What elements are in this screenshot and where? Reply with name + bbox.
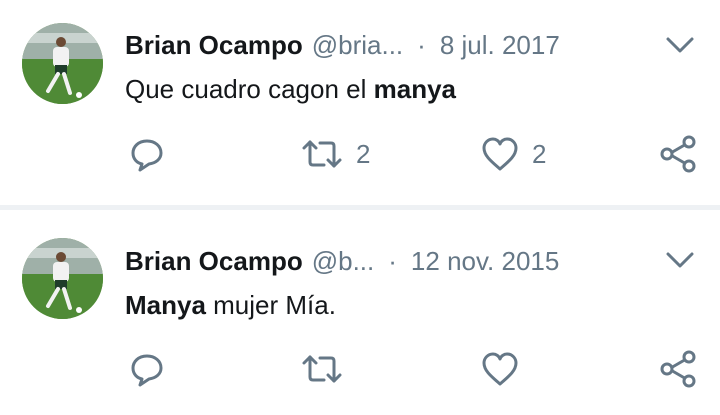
reply-button[interactable] bbox=[128, 348, 166, 390]
share-icon bbox=[658, 134, 698, 174]
retweet-icon bbox=[300, 135, 344, 173]
tweet-text: Manya mujer Mía. bbox=[125, 288, 336, 322]
chevron-down-icon[interactable] bbox=[664, 33, 696, 57]
highlighted-word: Manya bbox=[125, 290, 206, 320]
tweet-actions: 2 2 bbox=[0, 133, 720, 175]
like-icon bbox=[480, 135, 520, 173]
highlighted-word: manya bbox=[373, 74, 457, 104]
tweet-date[interactable]: 12 nov. 2015 bbox=[411, 244, 559, 278]
share-button[interactable] bbox=[658, 348, 698, 390]
user-handle[interactable]: @b... bbox=[312, 244, 375, 278]
share-button[interactable] bbox=[658, 133, 698, 175]
like-icon bbox=[480, 350, 520, 388]
retweet-button[interactable] bbox=[300, 348, 356, 390]
share-icon bbox=[658, 349, 698, 389]
reply-button[interactable] bbox=[128, 133, 166, 175]
separator: · bbox=[388, 246, 397, 276]
tweet[interactable]: Brian Ocampo @b... · 12 nov. 2015 Manya … bbox=[0, 210, 720, 415]
tweet-date[interactable]: 8 jul. 2017 bbox=[440, 28, 560, 62]
display-name[interactable]: Brian Ocampo bbox=[125, 28, 303, 62]
reply-icon bbox=[128, 135, 166, 173]
like-button[interactable] bbox=[480, 348, 532, 390]
retweet-button[interactable]: 2 bbox=[300, 133, 370, 175]
avatar[interactable] bbox=[22, 23, 103, 104]
tweet-header: Brian Ocampo @b... · 12 nov. 2015 bbox=[125, 244, 559, 278]
reply-icon bbox=[128, 350, 166, 388]
tweet[interactable]: Brian Ocampo @bria... · 8 jul. 2017 Que … bbox=[0, 0, 720, 205]
like-button[interactable]: 2 bbox=[480, 133, 546, 175]
retweet-count: 2 bbox=[356, 138, 371, 169]
retweet-icon bbox=[300, 350, 344, 388]
like-count: 2 bbox=[532, 138, 547, 169]
avatar[interactable] bbox=[22, 238, 103, 319]
user-handle[interactable]: @bria... bbox=[312, 28, 403, 62]
chevron-down-icon[interactable] bbox=[664, 248, 696, 272]
tweet-actions bbox=[0, 348, 720, 390]
separator: · bbox=[417, 30, 426, 60]
display-name[interactable]: Brian Ocampo bbox=[125, 244, 303, 278]
tweet-text: Que cuadro cagon el manya bbox=[125, 72, 456, 106]
text-part: mujer Mía. bbox=[205, 290, 336, 320]
text-part: Que cuadro cagon el bbox=[125, 74, 374, 104]
tweet-header: Brian Ocampo @bria... · 8 jul. 2017 bbox=[125, 28, 560, 62]
